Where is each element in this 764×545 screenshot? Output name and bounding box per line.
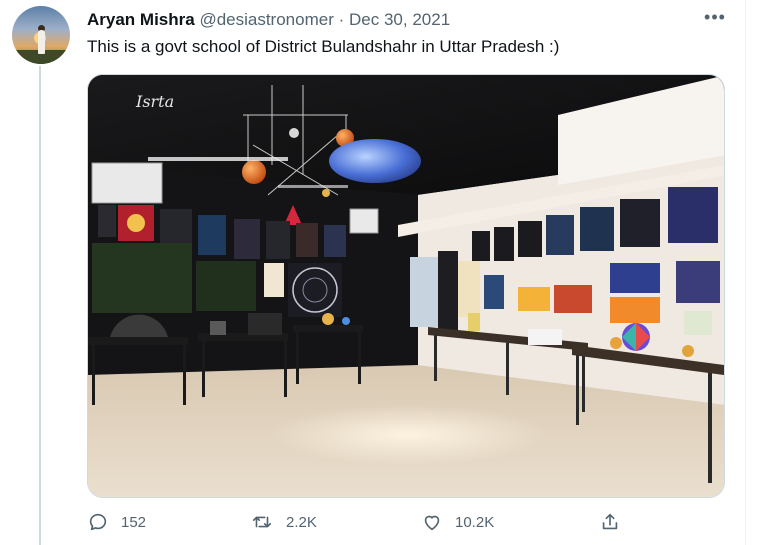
user-name[interactable]: Aryan Mishra	[87, 10, 195, 29]
astronomy-lab-photo: Isrta	[88, 75, 724, 497]
user-handle[interactable]: @desiastronomer	[199, 10, 333, 29]
timeline-border	[745, 0, 746, 545]
floor-reflection	[268, 405, 548, 465]
header-separator: ·	[338, 10, 345, 29]
window	[410, 257, 438, 327]
green-panel	[196, 261, 256, 311]
retweet-count: 2.2K	[286, 513, 317, 531]
reply-button[interactable]: 152	[87, 505, 146, 539]
share-button[interactable]	[599, 505, 621, 539]
retweet-icon	[252, 516, 272, 528]
ceiling-light	[148, 157, 288, 161]
tweet-header: Aryan Mishra @desiastronomer · Dec 30, 2…	[87, 9, 450, 31]
planet-neptune	[329, 139, 421, 183]
planet-mercury	[289, 128, 299, 138]
reply-icon	[89, 513, 107, 531]
tweet-text: This is a govt school of District Buland…	[87, 37, 560, 56]
planet-jupiter	[242, 160, 266, 184]
door	[438, 251, 458, 333]
tweet-actions: 152 2.2K 10.2K	[87, 505, 727, 539]
tweet[interactable]: Aryan Mishra @desiastronomer · Dec 30, 2…	[0, 0, 764, 545]
more-horizontal-icon: •••	[704, 6, 726, 27]
zodiac-chart	[288, 263, 342, 317]
wall-sign: Isrta	[135, 92, 174, 111]
avatar-person	[38, 30, 45, 54]
poster-light	[264, 263, 284, 297]
planet-venus	[322, 189, 330, 197]
share-icon	[602, 513, 618, 530]
heart-icon	[424, 515, 440, 531]
thread-line	[39, 66, 41, 545]
like-count: 10.2K	[455, 513, 495, 531]
retweet-button[interactable]: 2.2K	[250, 505, 317, 539]
ceiling-light	[278, 185, 348, 188]
like-button[interactable]: 10.2K	[421, 505, 494, 539]
green-panel	[92, 243, 192, 313]
reply-count: 152	[121, 513, 147, 531]
more-options-button[interactable]: •••	[702, 6, 728, 28]
avatar[interactable]	[12, 6, 70, 64]
tweet-photo[interactable]: Isrta	[87, 74, 725, 498]
tweet-date[interactable]: Dec 30, 2021	[349, 10, 450, 29]
